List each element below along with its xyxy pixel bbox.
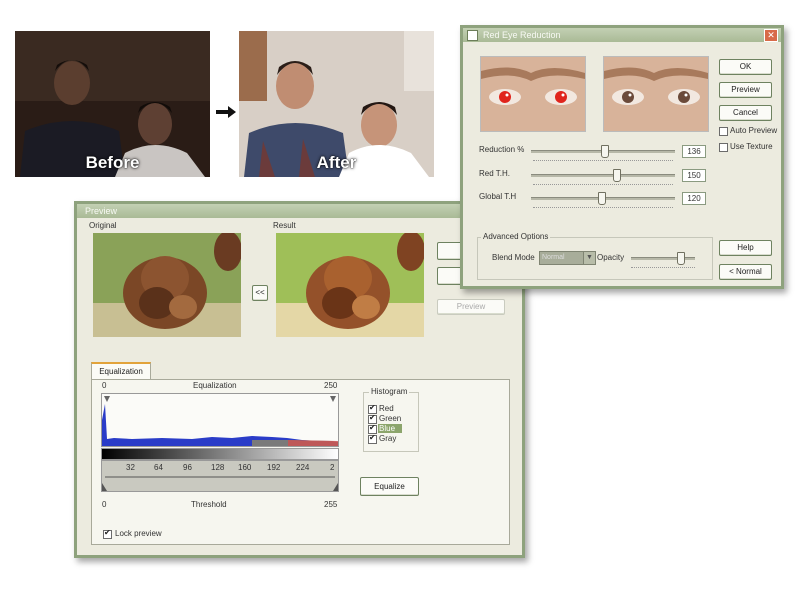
opacity-label: Opacity bbox=[597, 253, 625, 262]
red-eye-dialog: Red Eye Reduction ✕ OK Preview Cancel Au… bbox=[460, 25, 784, 289]
red-eye-title: Red Eye Reduction bbox=[483, 30, 561, 40]
window-icon bbox=[467, 30, 478, 41]
auto-preview-label: Auto Preview bbox=[730, 126, 778, 135]
scale-tick: 224 bbox=[296, 463, 310, 472]
lock-preview-checkbox[interactable] bbox=[103, 528, 112, 539]
range-max: 250 bbox=[324, 381, 338, 390]
cancel-button[interactable]: Cancel bbox=[719, 105, 772, 121]
red-eye-preview-button[interactable]: Preview bbox=[719, 82, 772, 98]
threshold-label: Threshold bbox=[191, 500, 227, 509]
normal-button[interactable]: < Normal bbox=[719, 264, 772, 280]
red-th-slider[interactable] bbox=[531, 169, 675, 182]
blend-mode-select[interactable]: Normal ▼ bbox=[539, 251, 596, 265]
scale-tick: 192 bbox=[267, 463, 281, 472]
global-th-value[interactable]: 120 bbox=[682, 192, 706, 205]
result-label: Result bbox=[273, 221, 296, 230]
scale-tick: 128 bbox=[211, 463, 225, 472]
lock-preview-label: Lock preview bbox=[115, 529, 162, 538]
tab-equalization[interactable]: Equalization bbox=[91, 362, 151, 380]
red-eye-original-image bbox=[480, 56, 586, 132]
chevron-down-icon[interactable]: ▼ bbox=[583, 251, 596, 265]
red-eye-titlebar[interactable]: Red Eye Reduction ✕ bbox=[463, 28, 781, 42]
equalization-label: Equalization bbox=[193, 381, 237, 390]
use-texture-label: Use Texture bbox=[730, 142, 773, 151]
swap-button[interactable]: << bbox=[252, 285, 268, 301]
ok-button[interactable]: OK bbox=[719, 59, 772, 75]
blend-mode-label: Blend Mode bbox=[492, 253, 535, 262]
global-th-ticks bbox=[533, 204, 673, 208]
red-th-ticks bbox=[533, 181, 673, 185]
reduction-slider[interactable] bbox=[531, 145, 675, 158]
equalize-button[interactable]: Equalize bbox=[360, 477, 419, 496]
threshold-min: 0 bbox=[102, 500, 107, 509]
after-caption: After bbox=[316, 153, 357, 172]
original-image bbox=[93, 233, 241, 337]
channel-blue-label: Blue bbox=[378, 424, 403, 433]
scale-tick: 32 bbox=[126, 463, 135, 472]
histogram-group-label: Histogram bbox=[369, 387, 410, 396]
opacity-slider[interactable] bbox=[631, 252, 695, 265]
preview-title: Preview bbox=[85, 206, 118, 216]
scale-tick: 64 bbox=[154, 463, 163, 472]
reduction-label: Reduction % bbox=[479, 145, 525, 154]
result-image bbox=[276, 233, 424, 337]
threshold-scale[interactable]: 32 64 96 128 160 192 224 2 bbox=[101, 460, 339, 492]
reduction-ticks bbox=[533, 157, 673, 161]
scale-tick: 96 bbox=[183, 463, 192, 472]
histogram-panel bbox=[101, 393, 339, 447]
threshold-max: 255 bbox=[324, 500, 338, 509]
channel-red-label: Red bbox=[379, 404, 394, 413]
preview-dialog: Preview Original Result << Preview Equal… bbox=[74, 201, 525, 558]
global-th-label: Global T.H bbox=[479, 192, 517, 201]
preview-button[interactable]: Preview bbox=[437, 299, 505, 315]
original-label: Original bbox=[89, 221, 117, 230]
preview-titlebar[interactable]: Preview bbox=[77, 204, 522, 218]
gradient-bar bbox=[101, 448, 339, 460]
blend-mode-value: Normal bbox=[542, 254, 565, 261]
advanced-options-label: Advanced Options bbox=[481, 232, 551, 241]
help-button[interactable]: Help bbox=[719, 240, 772, 256]
red-eye-result-image bbox=[603, 56, 709, 132]
scale-tick: 160 bbox=[238, 463, 252, 472]
channel-green-label: Green bbox=[379, 414, 402, 423]
use-texture-checkbox[interactable] bbox=[719, 143, 728, 152]
channel-gray-checkbox[interactable] bbox=[368, 433, 377, 444]
after-photo: After bbox=[239, 31, 434, 177]
auto-preview-checkbox[interactable] bbox=[719, 127, 728, 136]
channel-gray-label: Gray bbox=[379, 434, 397, 443]
reduction-value[interactable]: 136 bbox=[682, 145, 706, 158]
scale-tick: 2 bbox=[330, 463, 335, 472]
before-caption: Before bbox=[85, 153, 140, 172]
global-th-slider[interactable] bbox=[531, 192, 675, 205]
red-th-label: Red T.H. bbox=[479, 169, 510, 178]
range-min: 0 bbox=[102, 381, 107, 390]
red-th-value[interactable]: 150 bbox=[682, 169, 706, 182]
arrow-right-icon bbox=[216, 106, 236, 118]
close-icon[interactable]: ✕ bbox=[764, 29, 778, 42]
opacity-ticks bbox=[631, 264, 695, 268]
before-photo: Before bbox=[15, 31, 210, 177]
